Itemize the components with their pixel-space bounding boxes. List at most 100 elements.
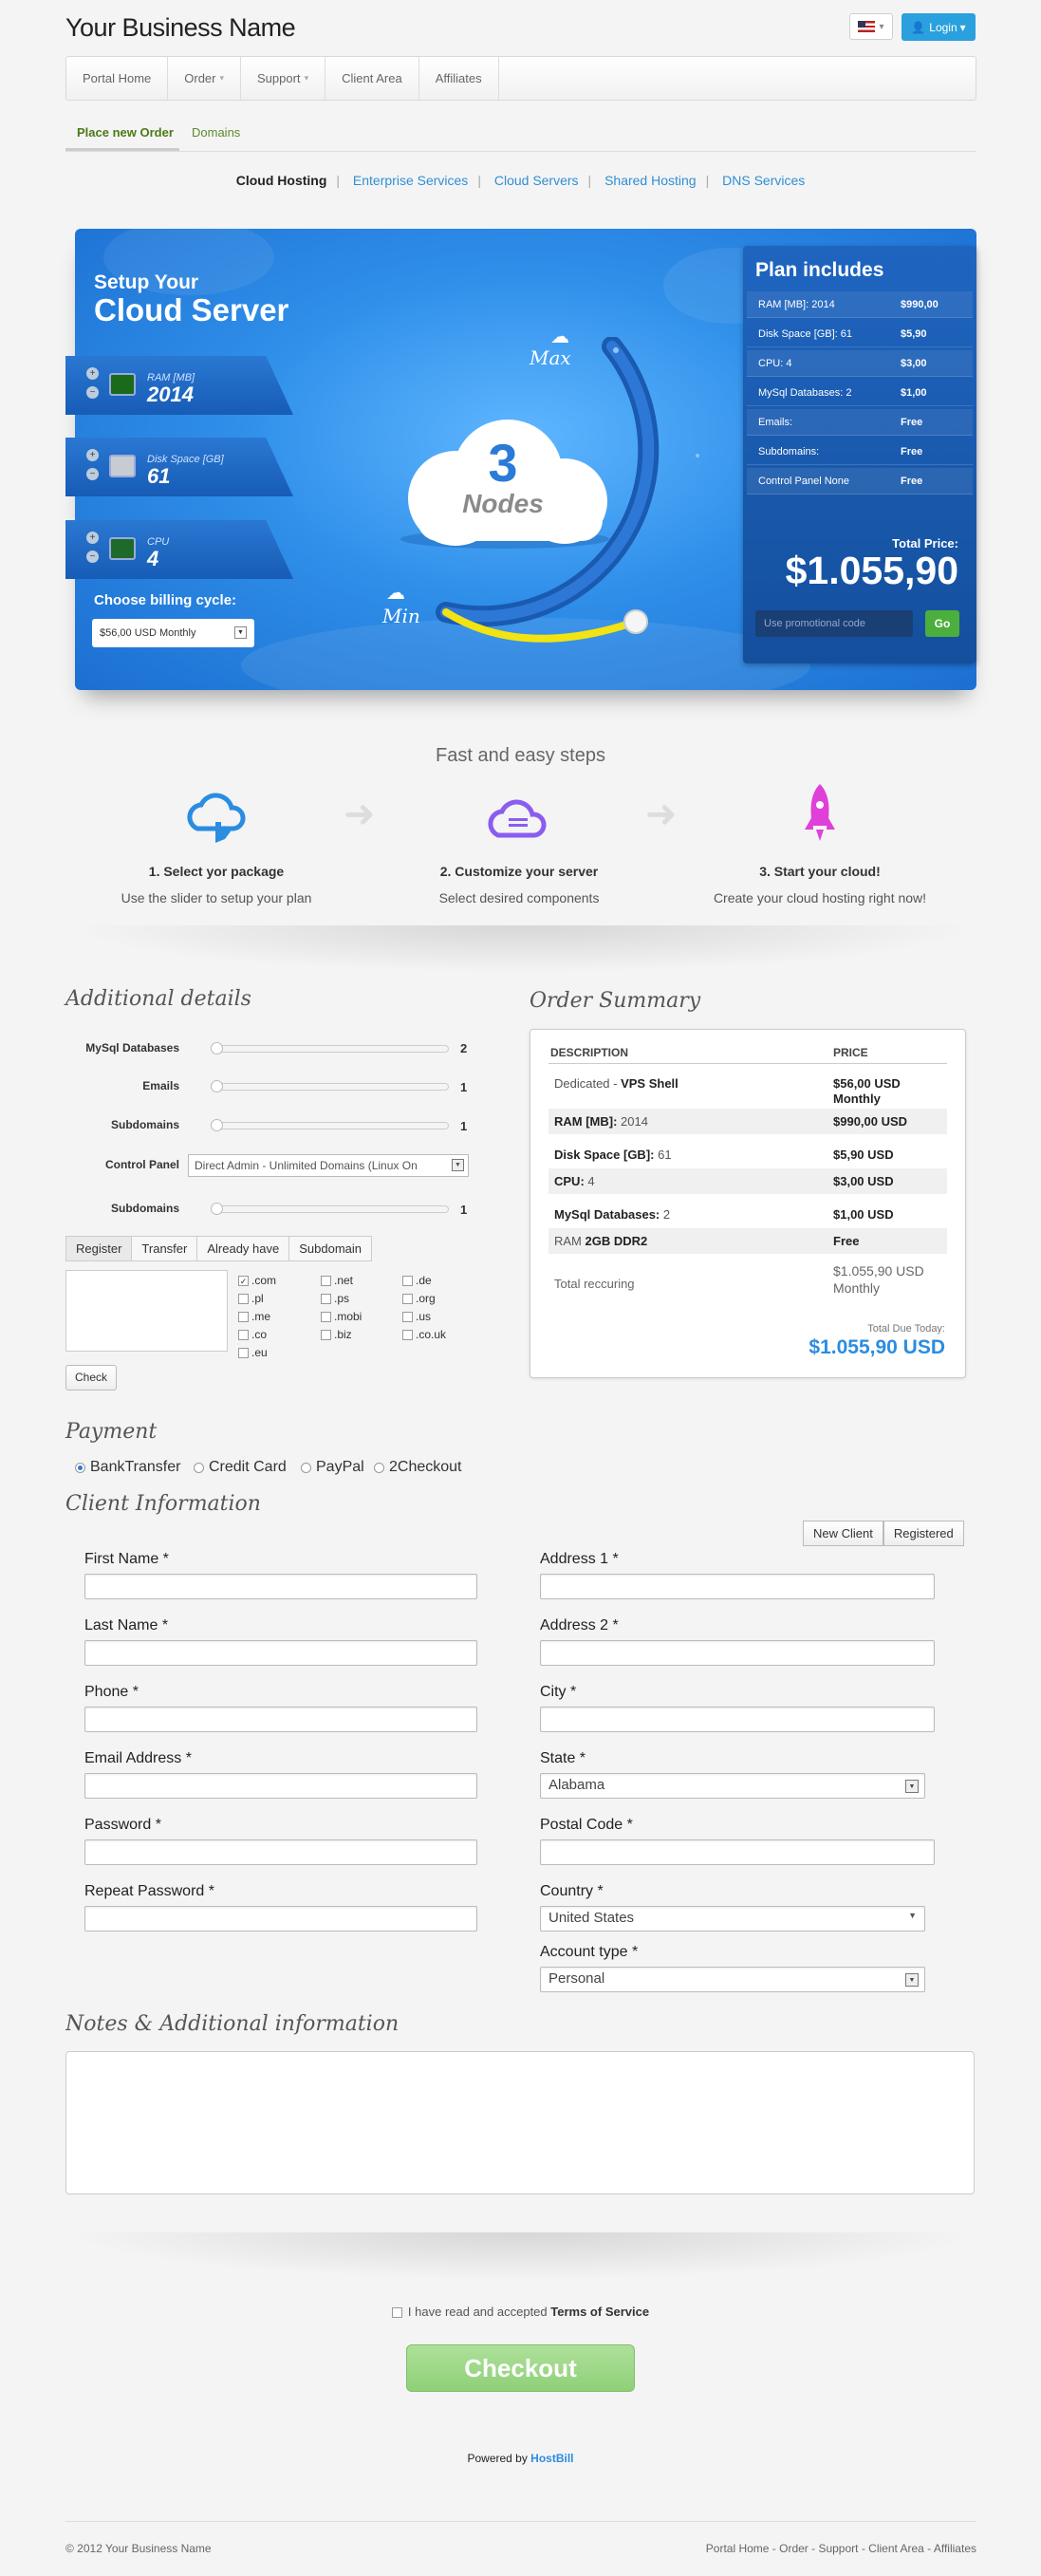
- tld-option[interactable]: .me: [238, 1310, 270, 1323]
- category-cloud-hosting[interactable]: Cloud Hosting: [236, 173, 327, 188]
- radio-button[interactable]: [301, 1462, 311, 1473]
- billing-cycle-select[interactable]: $56,00 USD Monthly ▼: [92, 619, 254, 647]
- tab-already-have[interactable]: Already have: [196, 1236, 289, 1261]
- category-cloud-servers[interactable]: Cloud Servers: [494, 173, 579, 188]
- login-button[interactable]: 👤 Login ▾: [902, 13, 976, 41]
- check-domain-button[interactable]: Check: [65, 1365, 117, 1391]
- password-field[interactable]: [84, 1839, 477, 1865]
- tld-option[interactable]: .us: [402, 1310, 431, 1323]
- category-dns-services[interactable]: DNS Services: [722, 173, 805, 188]
- category-enterprise-services[interactable]: Enterprise Services: [353, 173, 468, 188]
- checkbox[interactable]: [238, 1311, 249, 1322]
- tab-subdomain[interactable]: Subdomain: [288, 1236, 373, 1261]
- tld-option[interactable]: .net: [321, 1274, 353, 1287]
- tab-domains[interactable]: Domains: [192, 125, 240, 140]
- last-name-field[interactable]: [84, 1640, 477, 1666]
- checkbox[interactable]: ✓: [238, 1275, 249, 1286]
- phone-field[interactable]: [84, 1707, 477, 1732]
- increase-ram-button[interactable]: +: [86, 367, 99, 380]
- checkbox[interactable]: [402, 1311, 413, 1322]
- tld-option[interactable]: .co.uk: [402, 1328, 446, 1341]
- tab-place-new-order[interactable]: Place new Order: [77, 125, 174, 140]
- checkbox[interactable]: [321, 1311, 331, 1322]
- tld-option[interactable]: ✓ .com: [238, 1274, 276, 1287]
- country-select[interactable]: United States ▼: [540, 1906, 925, 1932]
- slider-knob[interactable]: [211, 1203, 223, 1215]
- state-select[interactable]: Alabama ▼: [540, 1773, 925, 1799]
- checkbox[interactable]: [238, 1347, 249, 1358]
- client-type-toggle: New Client Registered: [803, 1521, 964, 1546]
- radio-button[interactable]: [194, 1462, 204, 1473]
- registered-button[interactable]: Registered: [883, 1521, 964, 1546]
- notes-textarea[interactable]: [65, 2051, 975, 2194]
- payment-option-banktransfer[interactable]: BankTransfer: [75, 1459, 180, 1476]
- nav-affiliates[interactable]: Affiliates: [419, 57, 499, 100]
- tab-register[interactable]: Register: [65, 1236, 132, 1261]
- checkbox[interactable]: [402, 1293, 413, 1304]
- address2-field[interactable]: [540, 1640, 935, 1666]
- payment-option-paypal[interactable]: PayPal: [301, 1459, 364, 1476]
- checkbox[interactable]: [238, 1329, 249, 1340]
- checkbox[interactable]: [402, 1329, 413, 1340]
- subdomains-slider[interactable]: [211, 1119, 449, 1131]
- city-field[interactable]: [540, 1707, 935, 1732]
- checkbox[interactable]: [321, 1293, 331, 1304]
- country-label: Country *: [540, 1883, 604, 1899]
- terms-checkbox[interactable]: [391, 2307, 402, 2318]
- radio-button[interactable]: [75, 1462, 85, 1473]
- checkbox[interactable]: [321, 1275, 331, 1286]
- terms-agreement: I have read and accepted Terms of Servic…: [0, 2305, 1041, 2319]
- checkbox[interactable]: [321, 1329, 331, 1340]
- hostbill-link[interactable]: HostBill: [530, 2452, 573, 2465]
- slider-knob[interactable]: [211, 1042, 223, 1055]
- repeat-password-field[interactable]: [84, 1906, 477, 1932]
- apply-promo-button[interactable]: Go: [925, 610, 959, 637]
- chevron-down-icon: ▾: [959, 20, 966, 34]
- category-shared-hosting[interactable]: Shared Hosting: [604, 173, 697, 188]
- payment-option-credit-card[interactable]: Credit Card: [194, 1459, 287, 1476]
- promo-code-input[interactable]: Use promotional code: [755, 610, 913, 637]
- terms-link[interactable]: Terms of Service: [550, 2305, 649, 2319]
- increase-cpu-button[interactable]: +: [86, 532, 99, 544]
- tld-option[interactable]: .org: [402, 1292, 436, 1305]
- email-field[interactable]: [84, 1773, 477, 1799]
- tld-option[interactable]: .eu: [238, 1346, 268, 1359]
- first-name-field[interactable]: [84, 1574, 477, 1599]
- address1-field[interactable]: [540, 1574, 935, 1599]
- tld-option[interactable]: .mobi: [321, 1310, 362, 1323]
- tld-option[interactable]: .biz: [321, 1328, 352, 1341]
- emails-slider[interactable]: [211, 1080, 449, 1092]
- tld-option[interactable]: .co: [238, 1328, 267, 1341]
- payment-option-2checkout[interactable]: 2Checkout: [374, 1459, 462, 1476]
- account-type-select[interactable]: Personal ▼: [540, 1967, 925, 1992]
- mysql-slider[interactable]: [211, 1042, 449, 1055]
- new-client-button[interactable]: New Client: [803, 1521, 883, 1546]
- control-panel-select[interactable]: Direct Admin - Unlimited Domains (Linux …: [188, 1154, 469, 1177]
- last-name-label: Last Name *: [84, 1617, 169, 1633]
- language-selector[interactable]: ▾: [849, 13, 893, 40]
- decrease-disk-button[interactable]: −: [86, 468, 99, 480]
- radio-button[interactable]: [374, 1462, 384, 1473]
- nav-client-area[interactable]: Client Area: [325, 57, 419, 100]
- brand-name[interactable]: Your Business Name: [65, 13, 296, 43]
- nav-order[interactable]: Order ▾: [168, 57, 242, 100]
- checkbox[interactable]: [238, 1293, 249, 1304]
- decrease-cpu-button[interactable]: −: [86, 551, 99, 563]
- checkout-button[interactable]: Checkout: [406, 2344, 635, 2392]
- tld-option[interactable]: .pl: [238, 1292, 264, 1305]
- slider-knob[interactable]: [211, 1080, 223, 1092]
- slider-knob[interactable]: [211, 1119, 223, 1131]
- tld-option[interactable]: .ps: [321, 1292, 349, 1305]
- decrease-ram-button[interactable]: −: [86, 386, 99, 399]
- domain-input[interactable]: [65, 1270, 228, 1352]
- footer-links[interactable]: Portal Home - Order - Support - Client A…: [702, 2542, 976, 2555]
- postal-code-field[interactable]: [540, 1839, 935, 1865]
- tab-transfer[interactable]: Transfer: [131, 1236, 197, 1261]
- active-tab-indicator: [65, 148, 179, 151]
- tld-option[interactable]: .de: [402, 1274, 432, 1287]
- nav-support[interactable]: Support ▾: [241, 57, 326, 100]
- subdomains-slider-2[interactable]: [211, 1203, 449, 1215]
- increase-disk-button[interactable]: +: [86, 449, 99, 461]
- checkbox[interactable]: [402, 1275, 413, 1286]
- nav-portal-home[interactable]: Portal Home: [66, 57, 169, 100]
